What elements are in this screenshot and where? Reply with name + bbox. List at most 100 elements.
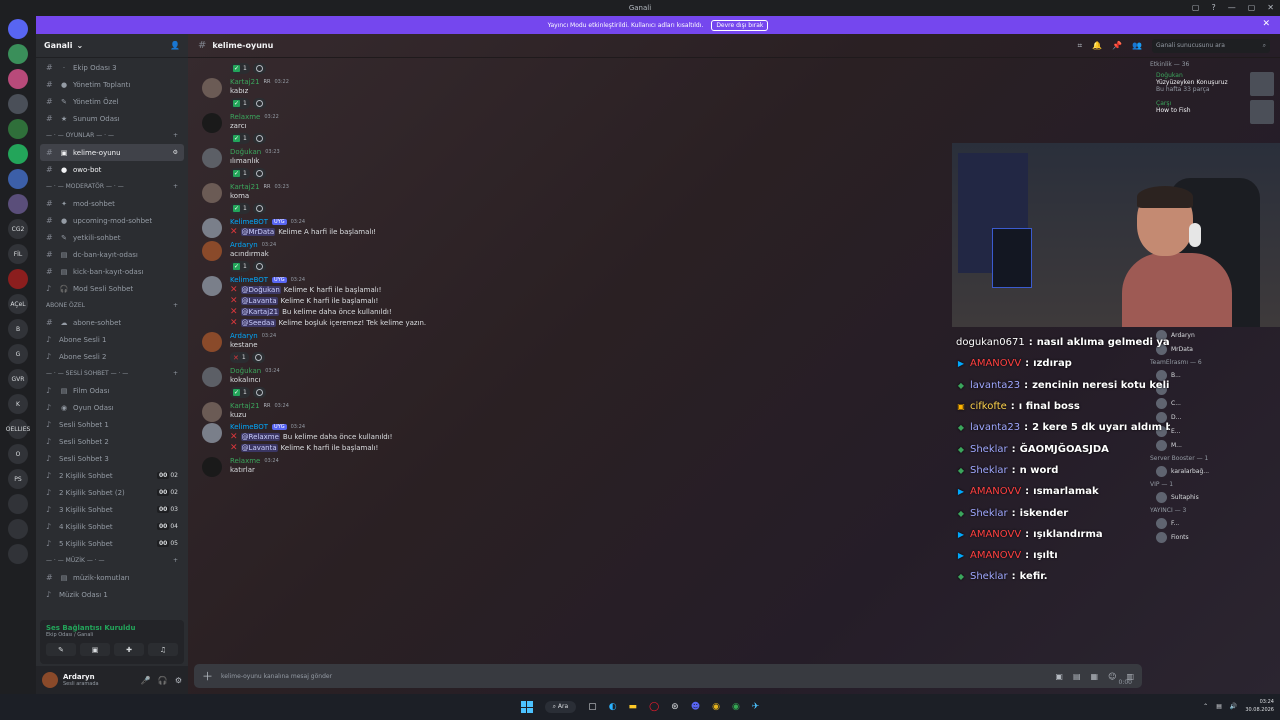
server-icon[interactable]: [8, 194, 28, 214]
server-icon[interactable]: GVR: [8, 369, 28, 389]
avatar[interactable]: [202, 218, 222, 238]
add-member-icon[interactable]: 👤: [170, 41, 180, 50]
avatar[interactable]: [202, 78, 222, 98]
threads-icon[interactable]: ⌗: [1078, 41, 1083, 51]
message-author[interactable]: Relaxme: [230, 113, 260, 121]
avatar[interactable]: [202, 423, 222, 443]
steam-icon[interactable]: ⊛: [671, 702, 679, 712]
reaction-button[interactable]: ✓ 1: [230, 203, 250, 214]
channel-category[interactable]: — · — MODERATÖR — · — +: [40, 178, 184, 195]
server-icon[interactable]: [8, 94, 28, 114]
volume-icon[interactable]: 🔊: [1230, 703, 1237, 710]
gift-icon[interactable]: ▣: [1055, 672, 1063, 681]
channel-item[interactable]: # ★ Sunum Odası: [40, 110, 184, 127]
guild-header[interactable]: Ganali ⌄ 👤: [36, 34, 188, 58]
channel-item[interactable]: ♪ Abone Sesli 1: [40, 331, 184, 348]
user-mention[interactable]: @MrData: [240, 228, 276, 236]
channel-item[interactable]: # ▤ kick-ban-kayıt-odası: [40, 263, 184, 280]
channel-item[interactable]: ♪ 2 Kişilik Sohbet 00 02: [40, 467, 184, 484]
channel-item[interactable]: ♪ Sesli Sohbet 1: [40, 416, 184, 433]
channel-item[interactable]: ♪ Müzik Odası 1: [40, 586, 184, 603]
chrome-alt-icon[interactable]: ◉: [732, 702, 740, 712]
channel-category[interactable]: — · — MÜZİK — · — +: [40, 552, 184, 569]
add-channel-icon[interactable]: +: [173, 370, 178, 377]
app-icon[interactable]: ✈: [752, 702, 760, 712]
channel-item[interactable]: # ▤ müzik-komutları: [40, 569, 184, 586]
server-icon[interactable]: PS: [8, 469, 28, 489]
activities-icon[interactable]: ✚: [114, 643, 144, 656]
channel-category[interactable]: — · — SESLİ SOHBET — · — +: [40, 365, 184, 382]
avatar[interactable]: [202, 457, 222, 477]
server-icon[interactable]: G: [8, 344, 28, 364]
avatar[interactable]: [202, 402, 222, 422]
search-input[interactable]: Ganali sunucusunu ara ⌕: [1152, 38, 1270, 53]
maximize-button[interactable]: ▢: [1248, 3, 1256, 12]
channel-item[interactable]: ♪ 3 Kişilik Sohbet 00 03: [40, 501, 184, 518]
server-icon[interactable]: FİL: [8, 244, 28, 264]
server-icon[interactable]: [8, 269, 28, 289]
server-icon[interactable]: O: [8, 444, 28, 464]
channel-item[interactable]: # ✦ mod-sohbet: [40, 195, 184, 212]
headphones-icon[interactable]: 🎧: [158, 676, 168, 685]
message-author[interactable]: Kartaj21: [230, 183, 260, 191]
avatar[interactable]: [202, 113, 222, 133]
message-author[interactable]: Ardaryn: [230, 332, 258, 340]
channel-item[interactable]: ♪ 2 Kişilik Sohbet (2) 00 02: [40, 484, 184, 501]
activity-card[interactable]: Doğukan Yüzyüzeyken Konuşuruz Bu hafta 33 …: [1150, 70, 1280, 98]
file-explorer-icon[interactable]: ▬: [629, 702, 638, 712]
reaction-button[interactable]: ✓ 1: [230, 98, 250, 109]
sticker-icon[interactable]: ▦: [1091, 672, 1099, 681]
server-icon[interactable]: [8, 494, 28, 514]
server-icon[interactable]: B: [8, 319, 28, 339]
notification-icon[interactable]: 🔔: [1092, 41, 1102, 50]
task-view-icon[interactable]: ▢: [588, 702, 597, 712]
avatar[interactable]: [202, 241, 222, 261]
channel-item[interactable]: ♪ Abone Sesli 2: [40, 348, 184, 365]
taskbar-search[interactable]: ⌕ Ara: [544, 701, 577, 713]
reaction-button[interactable]: ✓ 1: [230, 387, 250, 398]
channel-item[interactable]: # ▤ dc-ban-kayıt-odası: [40, 246, 184, 263]
video-icon[interactable]: ✎: [46, 643, 76, 656]
avatar[interactable]: [202, 183, 222, 203]
reaction-button[interactable]: ✓ 1: [230, 63, 250, 74]
channel-settings-icon[interactable]: ⚙: [173, 149, 178, 156]
close-button[interactable]: ✕: [1267, 3, 1274, 12]
message-author[interactable]: Doğukan: [230, 148, 261, 156]
member-list-icon[interactable]: 👥: [1132, 41, 1142, 50]
channel-item[interactable]: # ● Yönetim Toplantı: [40, 76, 184, 93]
channel-category[interactable]: ABONE ÖZEL +: [40, 297, 184, 314]
chrome-icon[interactable]: ◉: [712, 702, 720, 712]
channel-category[interactable]: — · — OYUNLAR — · — +: [40, 127, 184, 144]
user-mention[interactable]: @Lavanta: [240, 297, 278, 305]
server-icon[interactable]: [8, 519, 28, 539]
add-reaction-button[interactable]: [252, 203, 266, 214]
windows-start-icon[interactable]: [520, 701, 533, 713]
minimize-button[interactable]: —: [1228, 3, 1236, 12]
channel-item[interactable]: ♪ Sesli Sohbet 2: [40, 433, 184, 450]
server-icon[interactable]: [8, 544, 28, 564]
discord-icon[interactable]: ☻: [691, 702, 700, 712]
add-reaction-button[interactable]: [252, 387, 266, 398]
screen-share-icon[interactable]: ▣: [80, 643, 110, 656]
add-channel-icon[interactable]: +: [173, 302, 178, 309]
message-input[interactable]: kelime-oyunu kanalına mesaj gönder: [221, 673, 1047, 680]
add-reaction-button[interactable]: [252, 63, 266, 74]
channel-item[interactable]: # ▣ kelime-oyunu ⚙: [40, 144, 184, 161]
message-author[interactable]: Kartaj21: [230, 78, 260, 86]
message-author[interactable]: Kartaj21: [230, 402, 260, 410]
channel-item[interactable]: # ✎ yetkili-sohbet: [40, 229, 184, 246]
channel-item[interactable]: ♪ ◉ Oyun Odası: [40, 399, 184, 416]
channel-item[interactable]: # · Ekip Odası 3: [40, 59, 184, 76]
message-author[interactable]: KelimeBOT: [230, 218, 268, 226]
server-icon[interactable]: OELLIES: [6, 419, 30, 439]
add-channel-icon[interactable]: +: [173, 132, 178, 139]
gear-icon[interactable]: ⚙: [175, 676, 182, 685]
server-icon[interactable]: [8, 169, 28, 189]
network-icon[interactable]: ▤: [1216, 703, 1222, 710]
channel-item[interactable]: # ☁ abone-sohbet: [40, 314, 184, 331]
pin-icon[interactable]: 📌: [1112, 41, 1122, 50]
message-author[interactable]: Doğukan: [230, 367, 261, 375]
tray-chevron-icon[interactable]: ⌃: [1203, 703, 1208, 710]
message-composer[interactable]: ＋ kelime-oyunu kanalına mesaj gönder ▣ ▤…: [194, 664, 1142, 688]
channel-item[interactable]: ♪ 5 Kişilik Sohbet 00 05: [40, 535, 184, 552]
